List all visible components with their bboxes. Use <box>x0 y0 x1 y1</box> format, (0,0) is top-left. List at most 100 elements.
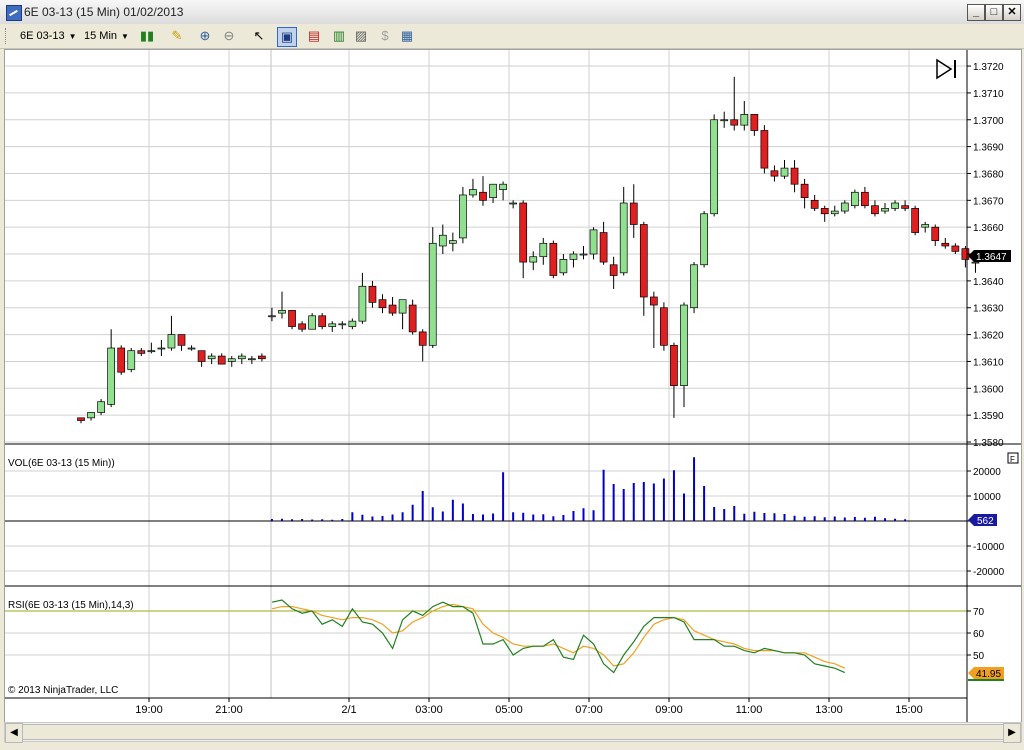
candle-body <box>881 208 889 212</box>
price-tick-label: 1.3590 <box>973 411 1004 422</box>
candle-body <box>549 242 558 276</box>
candle-body <box>670 344 678 386</box>
candle-body <box>639 224 648 298</box>
volume-badge-text: 562 <box>977 516 994 527</box>
chart-properties-icon[interactable]: ▨ <box>352 27 370 45</box>
rsi-badge: 41.95 <box>968 667 1004 681</box>
candle-body <box>197 350 206 362</box>
candle-body <box>177 334 186 346</box>
instrument-selector[interactable]: 6E 03-13 ▼ <box>20 29 77 43</box>
minimize-button[interactable]: _ <box>967 4 985 21</box>
candle-body <box>449 240 457 244</box>
candle-body <box>248 358 256 361</box>
rsi-tick-label: 50 <box>973 651 985 662</box>
copyright-text: © 2013 NinjaTrader, LLC <box>8 685 118 696</box>
toolbar-grip[interactable] <box>5 28 8 44</box>
candle-body <box>428 242 437 346</box>
current-price-text: 1.3647 <box>976 252 1007 263</box>
time-label: 05:00 <box>495 704 523 716</box>
scroll-right-button[interactable]: ▶ <box>1003 723 1021 743</box>
candle-body <box>770 170 779 177</box>
candle-body <box>147 350 156 353</box>
candle-body <box>459 194 467 239</box>
candle-body <box>338 323 347 326</box>
zoom-out-icon[interactable]: ⊖ <box>220 27 238 45</box>
candle-body <box>298 323 306 330</box>
candle-body <box>469 189 477 196</box>
candle-body <box>599 232 608 263</box>
volume-tick-label: -20000 <box>973 567 1005 578</box>
candle-body <box>579 253 588 256</box>
price-tick-label: 1.3710 <box>973 89 1004 100</box>
candle-body <box>921 224 930 228</box>
price-tick-label: 1.3670 <box>973 196 1004 207</box>
candle-body <box>77 417 85 421</box>
interval-selector[interactable]: 15 Min ▼ <box>84 29 129 43</box>
price-tick-label: 1.3680 <box>973 169 1004 180</box>
time-label: 03:00 <box>415 704 443 716</box>
candle-body <box>157 347 166 350</box>
price-tick-label: 1.3610 <box>973 357 1004 368</box>
candle-body <box>398 299 407 314</box>
drawing-pencil-icon[interactable]: ✎ <box>168 27 186 45</box>
scroll-thumb[interactable] <box>22 724 1004 740</box>
volume-label: VOL(6E 03-13 (15 Min)) <box>8 458 115 469</box>
indicators-icon[interactable]: ▥ <box>330 27 348 45</box>
candle-body <box>891 202 899 209</box>
price-tick-label: 1.3630 <box>973 304 1004 315</box>
candle-body <box>278 310 286 314</box>
candle-body <box>348 320 357 327</box>
chart-trader-icon[interactable]: $ <box>376 27 394 45</box>
candle-body <box>438 234 447 247</box>
volume-tick-label: -10000 <box>973 542 1005 553</box>
candle-body <box>710 119 719 215</box>
candle-body <box>730 119 739 126</box>
candle-body <box>720 119 729 122</box>
chart-canvas[interactable]: 19:00 21:00 2/1 03:00 05:00 07:00 09:00 11:00 13… <box>5 50 1021 722</box>
candle-body <box>800 183 809 198</box>
price-tick-label: 1.3640 <box>973 277 1004 288</box>
candle-body <box>850 191 859 207</box>
candle-body <box>589 229 598 255</box>
horizontal-scrollbar[interactable]: ◀ ▶ <box>4 722 1022 743</box>
strategies-icon[interactable]: ▤ <box>305 27 323 45</box>
candle-body <box>790 167 799 185</box>
candle-body <box>408 304 417 333</box>
scroll-left-button[interactable]: ◀ <box>5 723 23 743</box>
candlestick-style-icon[interactable]: ▮▮ <box>138 27 156 45</box>
chart-area[interactable]: 19:00 21:00 2/1 03:00 05:00 07:00 09:00 11:00 13… <box>4 49 1022 723</box>
candle-body <box>519 202 528 263</box>
close-button[interactable]: ✕ <box>1003 4 1021 21</box>
title-bar: 6E 03-13 (15 Min) 01/02/2013 _ □ ✕ <box>0 0 1024 25</box>
time-label: 09:00 <box>655 704 683 716</box>
candle-body <box>700 213 708 266</box>
candle-body <box>780 167 789 177</box>
price-tick-label: 1.3620 <box>973 331 1004 342</box>
axes: 19:00 21:00 2/1 03:00 05:00 07:00 09:00 11:00 13… <box>135 62 1004 716</box>
candle-body <box>629 202 638 225</box>
grid-lines <box>5 50 967 698</box>
candle-body <box>358 285 367 322</box>
candle-body <box>97 401 105 413</box>
zoom-in-icon[interactable]: ⊕ <box>196 27 214 45</box>
candle-body <box>479 191 487 201</box>
time-label: 21:00 <box>215 704 243 716</box>
cursor-select-icon[interactable]: ↖ <box>250 27 268 45</box>
candle-body <box>117 347 126 373</box>
candle-body <box>107 347 116 405</box>
maximize-button[interactable]: □ <box>985 4 1003 21</box>
candle-body <box>871 205 879 215</box>
volume-tick-label: 20000 <box>973 467 1001 478</box>
scroll-to-end-icon[interactable] <box>936 58 956 80</box>
candle-body <box>931 226 940 241</box>
candle-body <box>840 202 849 212</box>
candle-body <box>740 114 749 126</box>
candle-body <box>187 347 196 350</box>
properties-icon[interactable]: ▦ <box>398 27 416 45</box>
candle-body <box>237 355 246 360</box>
candle-body <box>328 323 337 327</box>
chevron-down-icon: ▼ <box>68 32 77 41</box>
candle-body <box>660 307 668 346</box>
candle-body <box>830 210 839 215</box>
data-box-icon[interactable]: ▣ <box>277 27 297 47</box>
